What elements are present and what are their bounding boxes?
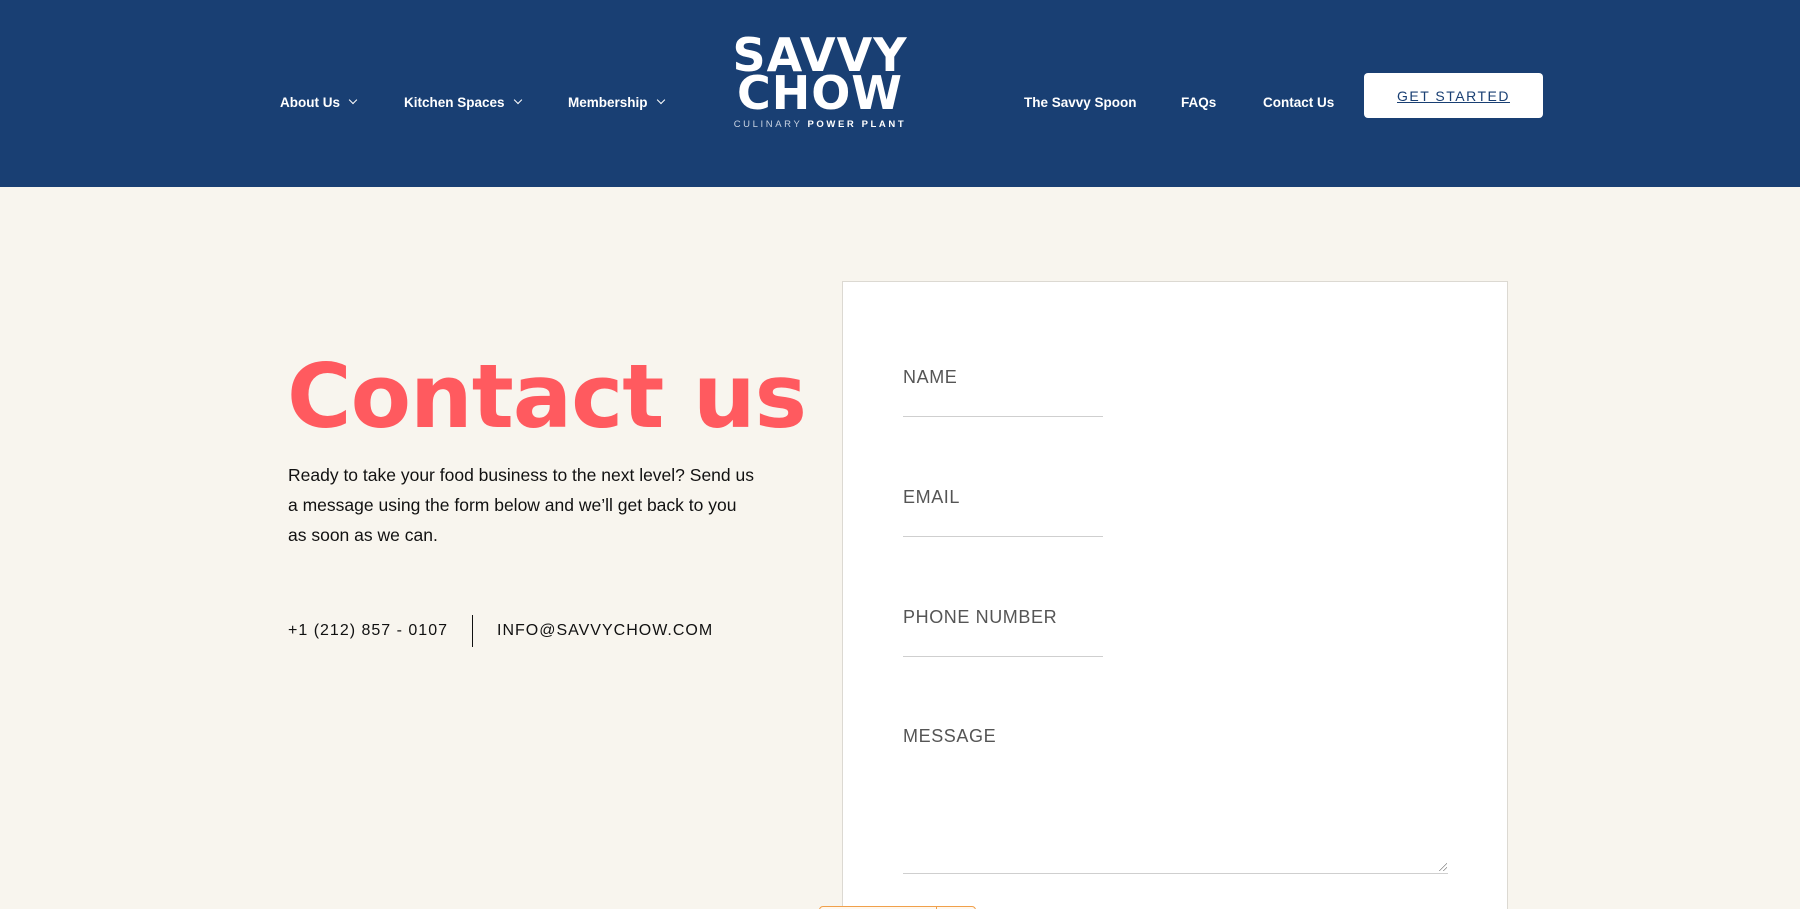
nav-about-us-label: About Us [280,95,340,110]
email-label: EMAIL [903,487,961,507]
chevron-down-icon [513,95,522,105]
logo-tagline: CULINARY POWER PLANT [730,119,910,130]
chevron-down-icon [656,95,665,105]
nav-faqs-label: FAQs [1181,95,1217,110]
name-field-group: NAME [903,367,1103,417]
nav-faqs[interactable]: FAQs [1181,95,1216,110]
resize-handle-icon[interactable] [1439,863,1447,871]
nav-savvy-spoon[interactable]: The Savvy Spoon [1024,95,1137,110]
chevron-down-icon [348,95,358,105]
contact-divider [472,615,473,647]
phone-number-link[interactable]: +1 (212) 857 - 0107 [288,622,448,640]
phone-label: PHONE NUMBER [903,607,1058,627]
message-label: MESSAGE [903,726,997,746]
email-link[interactable]: INFO@SAVVYCHOW.COM [497,622,713,640]
nav-membership[interactable]: Membership [568,95,665,110]
logo-tagline-culinary: CULINARY [733,119,803,130]
phone-field-group: PHONE NUMBER [903,607,1103,657]
site-header: About Us Kitchen Spaces Membership SAVVY… [0,0,1800,187]
logo-tagline-power-plant: POWER PLANT [807,119,907,130]
contact-details: +1 (212) 857 - 0107 INFO@SAVVYCHOW.COM [288,615,713,647]
nav-contact-us[interactable]: Contact Us [1263,95,1334,110]
name-label: NAME [903,367,958,387]
nav-about-us[interactable]: About Us [280,95,358,110]
nav-kitchen-spaces[interactable]: Kitchen Spaces [404,95,522,110]
email-input[interactable] [903,519,1103,537]
message-textarea[interactable]: MESSAGE [903,702,1448,874]
nav-kitchen-spaces-label: Kitchen Spaces [404,95,505,110]
nav-savvy-spoon-label: The Savvy Spoon [1024,95,1137,110]
get-started-button[interactable]: GET STARTED [1364,73,1543,118]
site-logo[interactable]: SAVVY CHOW CULINARY POWER PLANT [730,32,910,130]
phone-input[interactable] [903,639,1103,657]
email-field-group: EMAIL [903,487,1103,537]
nav-membership-label: Membership [568,95,648,110]
contact-intro-text: Ready to take your food business to the … [288,465,754,545]
page-title: Contact us [287,345,807,448]
logo-line-2: CHOW [736,66,904,120]
contact-form: NAME EMAIL PHONE NUMBER MESSAGE [842,281,1508,909]
nav-contact-us-label: Contact Us [1263,95,1335,110]
name-input[interactable] [903,399,1103,417]
